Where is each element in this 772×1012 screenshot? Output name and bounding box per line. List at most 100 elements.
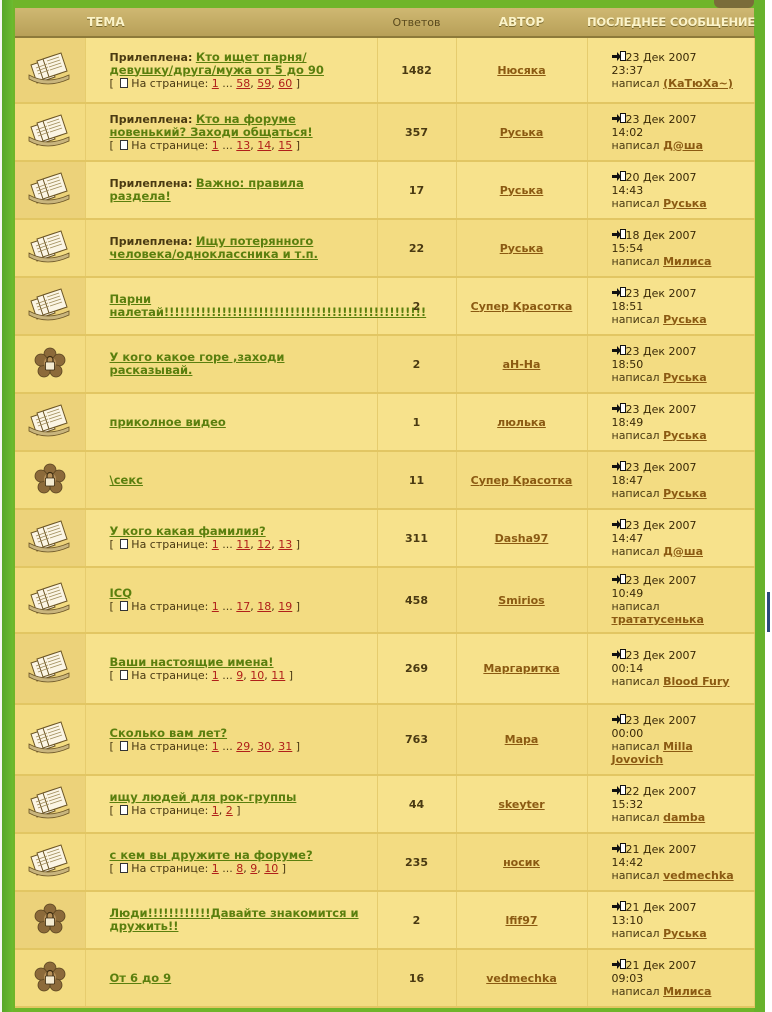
topic-title-link[interactable]: с кем вы дружите на форуме?	[110, 848, 313, 862]
page-icon	[120, 139, 129, 150]
go-to-last-post-icon[interactable]	[611, 649, 626, 662]
last-post-author-link[interactable]: Милиса	[663, 255, 711, 268]
page-link[interactable]: 1	[212, 538, 219, 551]
author-link[interactable]: lfif97	[505, 914, 537, 927]
topic-title-link[interactable]: приколное видео	[110, 415, 226, 429]
page-link[interactable]: 14	[257, 139, 271, 152]
author-link[interactable]: носик	[503, 856, 540, 869]
page-link[interactable]: 12	[257, 538, 271, 551]
go-to-last-post-icon[interactable]	[611, 402, 626, 416]
topic-title-link[interactable]: ICQ	[110, 586, 133, 600]
author-link[interactable]: Супер Красотка	[471, 474, 573, 487]
author-link[interactable]: Руська	[500, 242, 544, 255]
page-link[interactable]: 19	[278, 600, 292, 613]
page-link[interactable]: 1	[212, 740, 219, 753]
page-link[interactable]: 2	[226, 804, 233, 817]
page-link[interactable]: 11	[236, 538, 250, 551]
last-post-author-link[interactable]: damba	[663, 811, 705, 824]
last-post-author-link[interactable]: Руська	[663, 487, 707, 500]
last-post-author-link[interactable]: Руська	[663, 313, 707, 326]
page-link[interactable]: 1	[212, 804, 219, 817]
author-link[interactable]: Мара	[505, 733, 539, 746]
page-link[interactable]: 1	[212, 600, 219, 613]
last-post-author-link[interactable]: Руська	[663, 429, 707, 442]
last-post-author-link[interactable]: (КаТюХа~)	[663, 77, 733, 90]
scrollbar-track[interactable]	[765, 0, 772, 1012]
last-post-author-link[interactable]: Руська	[663, 197, 707, 210]
author-link[interactable]: aH-Ha	[503, 358, 541, 371]
page-link[interactable]: 59	[257, 77, 271, 90]
topic-title-link[interactable]: От 6 до 9	[110, 971, 172, 985]
author-link[interactable]: Нюсяка	[497, 64, 545, 77]
page-link[interactable]: 17	[236, 600, 250, 613]
page-link[interactable]: 9	[250, 862, 257, 875]
last-post-author-link[interactable]: Blood Fury	[663, 675, 729, 688]
topic-pagination: [ На странице: 1 ... 13, 14, 15 ]	[109, 138, 301, 152]
go-to-last-post-icon[interactable]	[611, 460, 626, 474]
author-link[interactable]: Руська	[500, 184, 544, 197]
last-post-author-link[interactable]: Руська	[663, 371, 707, 384]
last-post-author-link[interactable]: Д@ша	[663, 139, 703, 152]
page-link[interactable]: 13	[236, 139, 250, 152]
page-link[interactable]: 58	[236, 77, 250, 90]
last-post-author-link[interactable]: Д@ша	[663, 545, 703, 558]
go-to-last-post-icon[interactable]	[611, 50, 626, 64]
page-link[interactable]: 13	[278, 538, 292, 551]
page-link[interactable]: 30	[257, 740, 271, 753]
go-to-last-post-icon[interactable]	[611, 228, 626, 242]
author-link[interactable]: Супер Красотка	[471, 300, 573, 313]
page-link[interactable]: 18	[257, 600, 271, 613]
page-link[interactable]: 9	[236, 669, 243, 682]
author-link[interactable]: Маргаритка	[483, 662, 559, 675]
topic-icon-cell	[15, 161, 86, 220]
go-to-last-post-icon[interactable]	[611, 958, 626, 972]
author-link[interactable]: Dasha97	[495, 532, 549, 545]
topic-row: с кем вы дружите на форуме?[ На странице…	[15, 833, 755, 892]
go-to-last-post-icon[interactable]	[611, 842, 626, 856]
go-to-last-post-icon[interactable]	[611, 112, 626, 126]
page-link[interactable]: 1	[212, 669, 219, 682]
go-to-last-post-icon[interactable]	[611, 518, 626, 532]
page-link[interactable]: 15	[278, 139, 292, 152]
topic-title-link[interactable]: У кого какая фамилия?	[110, 524, 266, 538]
last-post-author-link[interactable]: Руська	[663, 927, 707, 940]
page-link[interactable]: 1	[212, 862, 219, 875]
go-to-last-post-icon[interactable]	[611, 784, 626, 798]
go-to-last-post-icon[interactable]	[611, 713, 626, 727]
topic-title-link[interactable]: \секс	[110, 473, 143, 487]
topic-title-link[interactable]: Люди!!!!!!!!!!!!Давайте знакомится и дру…	[110, 906, 359, 933]
author-link[interactable]: vedmechka	[486, 972, 557, 985]
topic-title-link[interactable]: Сколько вам лет?	[110, 726, 228, 740]
go-to-last-post-icon[interactable]	[611, 170, 626, 184]
scrollbar-thumb[interactable]	[767, 592, 770, 632]
last-post-cell: 20 Дек 2007 14:43 написал Руська	[587, 161, 755, 220]
page-link[interactable]: 10	[264, 862, 278, 875]
topic-title-link[interactable]: ищу людей для рок-группы	[110, 790, 297, 804]
go-to-last-post-icon[interactable]	[611, 286, 626, 300]
topic-book-icon	[27, 843, 73, 882]
page-link[interactable]: 60	[278, 77, 292, 90]
topic-title-link[interactable]: У кого какое горе ,заходи расказывай.	[110, 350, 285, 377]
go-to-last-post-icon[interactable]	[611, 574, 626, 587]
topics-table: ТЕМА Ответов АВТОР ПОСЛЕДНЕЕ СООБЩЕНИЕ П…	[15, 8, 755, 1008]
topic-title-link[interactable]: Ваши настоящие имена!	[110, 655, 274, 669]
last-post-author-link[interactable]: трататусенька	[612, 613, 704, 626]
pagination-ellipsis: ...	[222, 862, 233, 875]
topic-cell: с кем вы дружите на форуме?[ На странице…	[85, 833, 378, 892]
page-link[interactable]: 29	[236, 740, 250, 753]
page-link[interactable]: 11	[271, 669, 285, 682]
author-link[interactable]: Smirios	[498, 594, 544, 607]
last-post-author-link[interactable]: vedmechka	[663, 869, 734, 882]
page-link[interactable]: 8	[236, 862, 243, 875]
go-to-last-post-icon[interactable]	[611, 900, 626, 914]
page-link[interactable]: 1	[212, 77, 219, 90]
author-link[interactable]: Руська	[500, 126, 544, 139]
page-link[interactable]: 10	[250, 669, 264, 682]
page-link[interactable]: 31	[278, 740, 292, 753]
last-post-author-link[interactable]: Милиса	[663, 985, 711, 998]
author-link[interactable]: skeyter	[498, 798, 544, 811]
page-link[interactable]: 1	[212, 139, 219, 152]
go-to-last-post-icon[interactable]	[611, 344, 626, 358]
author-link[interactable]: люлька	[497, 416, 546, 429]
replies-count: 2	[377, 891, 457, 950]
